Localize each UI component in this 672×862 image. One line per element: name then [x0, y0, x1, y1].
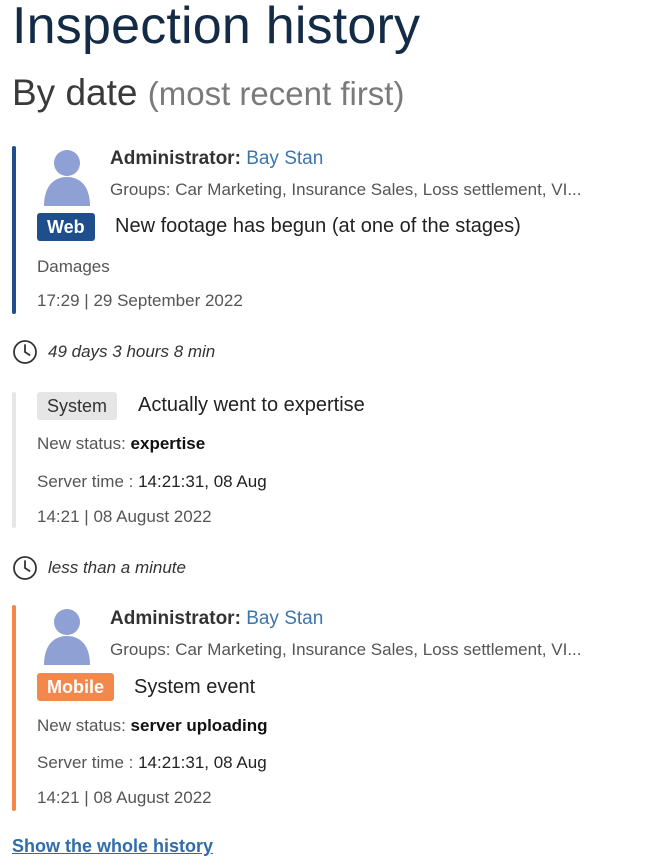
time-gap: 49 days 3 hours 8 min	[12, 339, 215, 365]
status-line: New status: expertise	[37, 434, 205, 454]
admin-role: Administrator:	[110, 148, 241, 169]
event-timestamp: 14:21 | 08 August 2022	[37, 507, 212, 527]
server-time-line: Server time : 14:21:31, 08 Aug	[37, 472, 267, 492]
entry-color-bar	[12, 392, 16, 528]
clock-icon	[13, 556, 37, 580]
event-time: 14:21	[37, 507, 80, 526]
user-avatar-icon	[44, 150, 90, 206]
server-time-label: Server time :	[37, 753, 134, 772]
entry-color-bar	[12, 146, 16, 314]
history-entry-web: Administrator: Bay Stan Groups: Car Mark…	[12, 146, 652, 314]
admin-line: Administrator: Bay Stan	[110, 608, 323, 630]
admin-role: Administrator:	[110, 608, 241, 629]
page-subtitle: By date (most recent first)	[12, 72, 404, 114]
admin-user-link[interactable]: Bay Stan	[246, 608, 323, 629]
event-text: Actually went to expertise	[138, 394, 365, 416]
admin-user-link[interactable]: Bay Stan	[246, 148, 323, 169]
status-label: New status:	[37, 716, 126, 735]
event-timestamp: 14:21 | 08 August 2022	[37, 788, 212, 808]
status-value: expertise	[130, 434, 206, 453]
server-time-value: 14:21:31, 08 Aug	[138, 472, 267, 491]
event-timestamp: 17:29 | 29 September 2022	[37, 291, 243, 311]
show-whole-history-link[interactable]: Show the whole history	[12, 836, 213, 857]
history-entry-mobile: Administrator: Bay Stan Groups: Car Mark…	[12, 605, 652, 811]
timestamp-separator: |	[84, 507, 89, 526]
event-text: System event	[134, 676, 256, 698]
entry-color-bar	[12, 605, 16, 811]
admin-line: Administrator: Bay Stan	[110, 148, 323, 170]
event-text: New footage has begun (at one of the sta…	[115, 215, 521, 237]
source-badge-web: Web	[37, 213, 95, 241]
status-line: New status: server uploading	[37, 716, 268, 736]
clock-icon	[13, 340, 37, 364]
event-date: 08 August 2022	[93, 507, 212, 526]
user-avatar-icon	[44, 609, 90, 665]
subtitle-text: By date	[12, 72, 138, 113]
time-gap-text: 49 days 3 hours 8 min	[48, 342, 216, 361]
time-gap-text: less than a minute	[48, 558, 186, 577]
subtitle-note: (most recent first)	[147, 75, 405, 112]
event-time: 17:29	[37, 291, 80, 310]
history-entry-system: System Actually went to expertise New st…	[12, 392, 652, 528]
event-date: 08 August 2022	[93, 788, 212, 807]
status-value: server uploading	[130, 716, 268, 735]
time-gap: less than a minute	[12, 555, 186, 581]
event-detail: Damages	[37, 257, 110, 276]
server-time-value: 14:21:31, 08 Aug	[138, 753, 267, 772]
server-time-line: Server time : 14:21:31, 08 Aug	[37, 753, 267, 773]
source-badge-mobile: Mobile	[37, 673, 114, 701]
page-title: Inspection history	[12, 0, 421, 55]
groups-list: Groups: Car Marketing, Insurance Sales, …	[110, 640, 582, 659]
timestamp-separator: |	[84, 788, 89, 807]
groups-list: Groups: Car Marketing, Insurance Sales, …	[110, 180, 582, 199]
event-time: 14:21	[37, 788, 80, 807]
event-date: 29 September 2022	[93, 291, 243, 310]
status-label: New status:	[37, 434, 126, 453]
source-badge-system: System	[37, 392, 118, 420]
server-time-label: Server time :	[37, 472, 134, 491]
timestamp-separator: |	[84, 291, 89, 310]
